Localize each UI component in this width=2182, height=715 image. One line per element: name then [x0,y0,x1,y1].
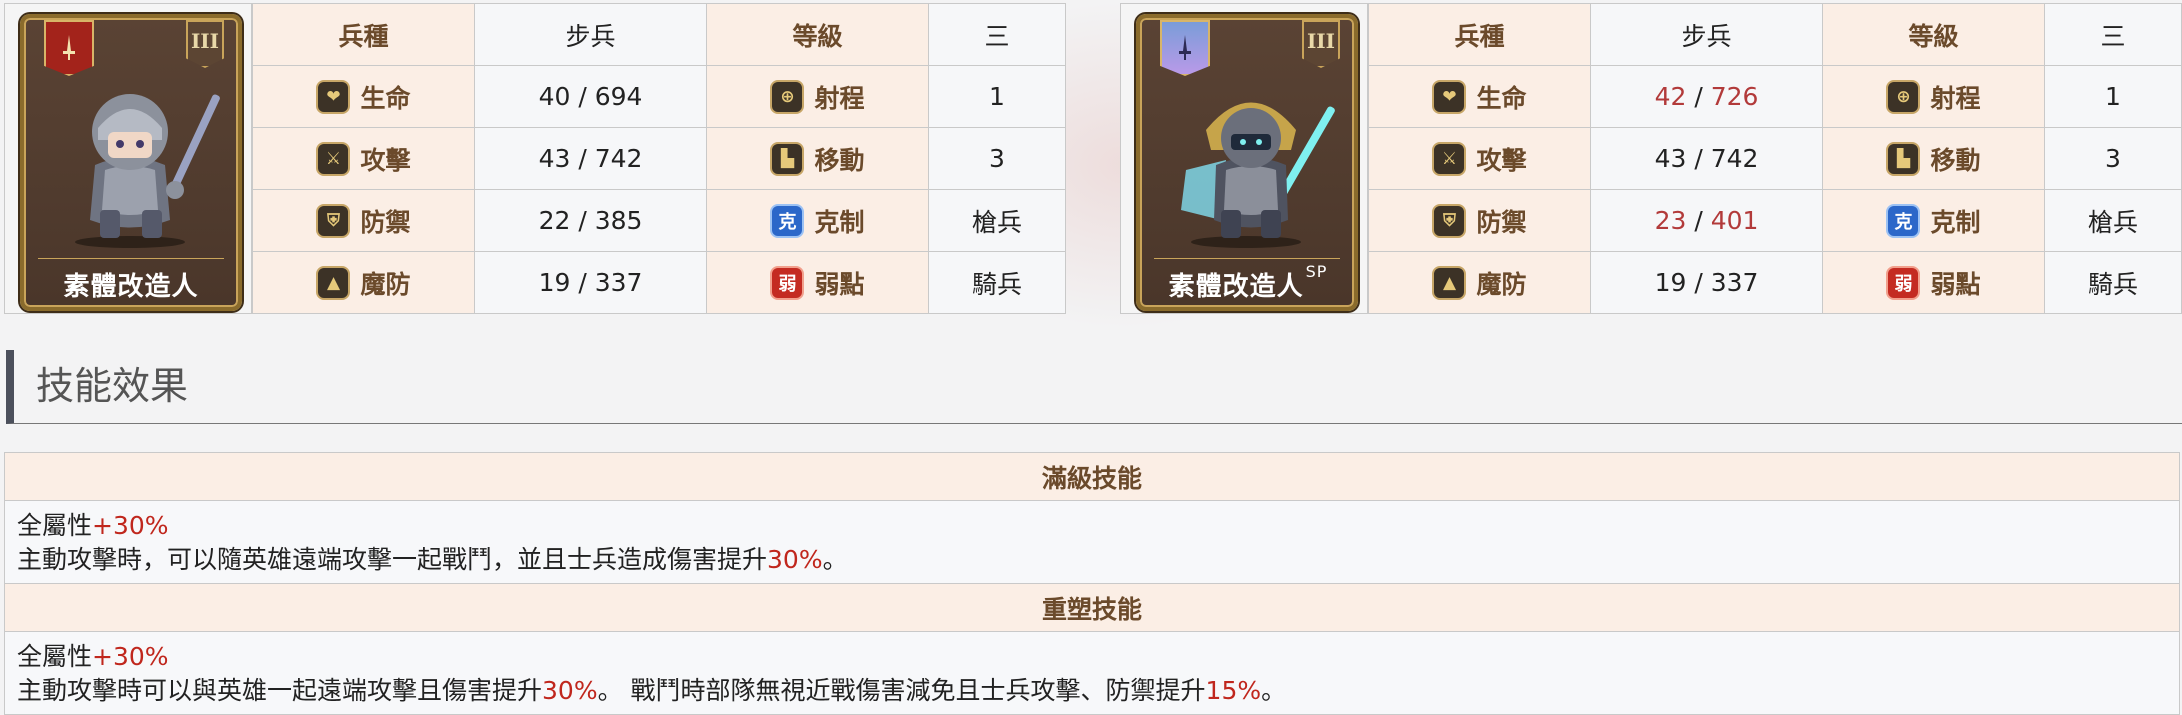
unit-card[interactable]: III 素體改造人SP [1136,14,1358,311]
weakness-value: 騎兵 [928,251,1066,314]
unit-stats-table: 兵種 步兵 等級 三 ❤ 生命 40 / 694 ⊕ 射程 1 ⚔ 攻擊 43 / 7… [252,3,1066,314]
defense-label: ⛨ 防禦 [252,189,475,252]
unit-stats-table: 兵種 步兵 等級 三 ❤ 生命 42 / 726 ⊕ 射程 1 ⚔ 攻擊 43 / 7… [1368,3,2182,314]
weakness-label: 弱弱點 [1822,251,2045,314]
sword-icon [63,35,75,60]
counter-value: 槍兵 [2044,189,2182,252]
remodel-skill-header: 重塑技能 [4,583,2180,632]
magic-defense-label: ▲ 魔防 [1368,251,1591,314]
hp-label: ❤ 生命 [252,65,475,128]
max-level-skill-description: 全屬性+30% 主動攻擊時，可以隨英雄遠端攻擊一起戰鬥，並且士兵造成傷害提升30… [4,500,2180,584]
hp-value: 40 / 694 [474,65,707,128]
range-value: 1 [928,65,1066,128]
boot-icon: ▙ [1886,141,1921,176]
attack-value: 43 / 742 [474,127,707,190]
shield-icon: ⛨ [316,203,351,238]
attack-label: ⚔ 攻擊 [1368,127,1591,190]
crosshair-icon: ⊕ [1886,79,1921,114]
magic-defense-icon: ▲ [1432,265,1467,300]
counter-label: 克克制 [706,189,929,252]
tier-badge: III [1302,20,1340,68]
unit-name-text: 素體改造人 [63,272,199,302]
skill-effects-heading: 技能效果 [6,350,2182,424]
attack-label: ⚔ 攻擊 [252,127,475,190]
unit-card[interactable]: III 素體改造人 [20,14,242,311]
unit-portrait-image [75,94,220,248]
unit-name: 素體改造人SP [1140,262,1354,303]
counter-value: 槍兵 [928,189,1066,252]
hp-label: ❤ 生命 [1368,65,1591,128]
remodel-skill-description: 全屬性+30% 主動攻擊時可以與英雄一起遠端攻擊且傷害提升30%。 戰鬥時部隊無… [4,631,2180,715]
unit-portrait-image [1181,102,1335,248]
move-value: 3 [2044,127,2182,190]
magic-defense-label: ▲ 魔防 [252,251,475,314]
class-value: 步兵 [474,3,707,66]
infantry-class-badge [44,20,94,76]
defense-label: ⛨ 防禦 [1368,189,1591,252]
unit-name: 素體改造人 [24,266,238,303]
counter-icon: 克 [1886,203,1921,238]
class-value: 步兵 [1590,3,1823,66]
heart-icon: ❤ [1432,79,1467,114]
level-value: 三 [2044,3,2182,66]
level-header: 等級 [1822,3,2045,66]
weakness-label: 弱弱點 [706,251,929,314]
defense-value: 22 / 385 [474,189,707,252]
magic-defense-value: 19 / 337 [1590,251,1823,314]
weakness-icon: 弱 [1886,265,1921,300]
counter-label: 克克制 [1822,189,2045,252]
move-label: ▙ 移動 [706,127,929,190]
hp-value: 42 / 726 [1590,65,1823,128]
shield-icon: ⛨ [1432,203,1467,238]
sp-superscript: SP [1305,262,1328,281]
skill-line: 全屬性+30% [17,511,169,540]
class-header: 兵種 [252,3,475,66]
level-value: 三 [928,3,1066,66]
heart-icon: ❤ [316,79,351,114]
move-value: 3 [928,127,1066,190]
class-header: 兵種 [1368,3,1591,66]
sword-icon [1179,35,1191,60]
card-divider [38,258,224,259]
sword-icon: ⚔ [316,141,351,176]
tier-badge: III [186,20,224,68]
unit-card-base: III 素體改造人 兵種 步兵 等級 三 ❤ 生命 40 / 694 ⊕ 射程 … [4,3,1066,314]
counter-icon: 克 [770,203,805,238]
range-label: ⊕ 射程 [1822,65,2045,128]
range-label: ⊕ 射程 [706,65,929,128]
skill-line: 主動攻擊時可以與英雄一起遠端攻擊且傷害提升30%。 戰鬥時部隊無視近戰傷害減免且… [17,676,1287,705]
level-header: 等級 [706,3,929,66]
skill-line: 主動攻擊時，可以隨英雄遠端攻擊一起戰鬥，並且士兵造成傷害提升30%。 [17,545,848,574]
move-label: ▙ 移動 [1822,127,2045,190]
skills-table: 滿級技能 全屬性+30% 主動攻擊時，可以隨英雄遠端攻擊一起戰鬥，並且士兵造成傷… [4,452,2180,715]
unit-card-sp: III 素體改造人SP 兵種 步兵 等級 三 ❤ 生命 42 / 726 ⊕ 射… [1120,3,2182,314]
skill-line: 全屬性+30% [17,642,169,671]
attack-value: 43 / 742 [1590,127,1823,190]
defense-value: 23 / 401 [1590,189,1823,252]
range-value: 1 [2044,65,2182,128]
weakness-icon: 弱 [770,265,805,300]
unit-name-text: 素體改造人 [1168,272,1304,302]
sword-icon: ⚔ [1432,141,1467,176]
portrait-cell: III 素體改造人SP [1120,3,1368,314]
magic-defense-icon: ▲ [316,265,351,300]
max-level-skill-header: 滿級技能 [4,452,2180,501]
portrait-cell: III 素體改造人 [4,3,252,314]
boot-icon: ▙ [770,141,805,176]
card-divider [1154,258,1340,259]
crosshair-icon: ⊕ [770,79,805,114]
magic-defense-value: 19 / 337 [474,251,707,314]
weakness-value: 騎兵 [2044,251,2182,314]
infantry-class-badge-sp [1160,20,1210,76]
